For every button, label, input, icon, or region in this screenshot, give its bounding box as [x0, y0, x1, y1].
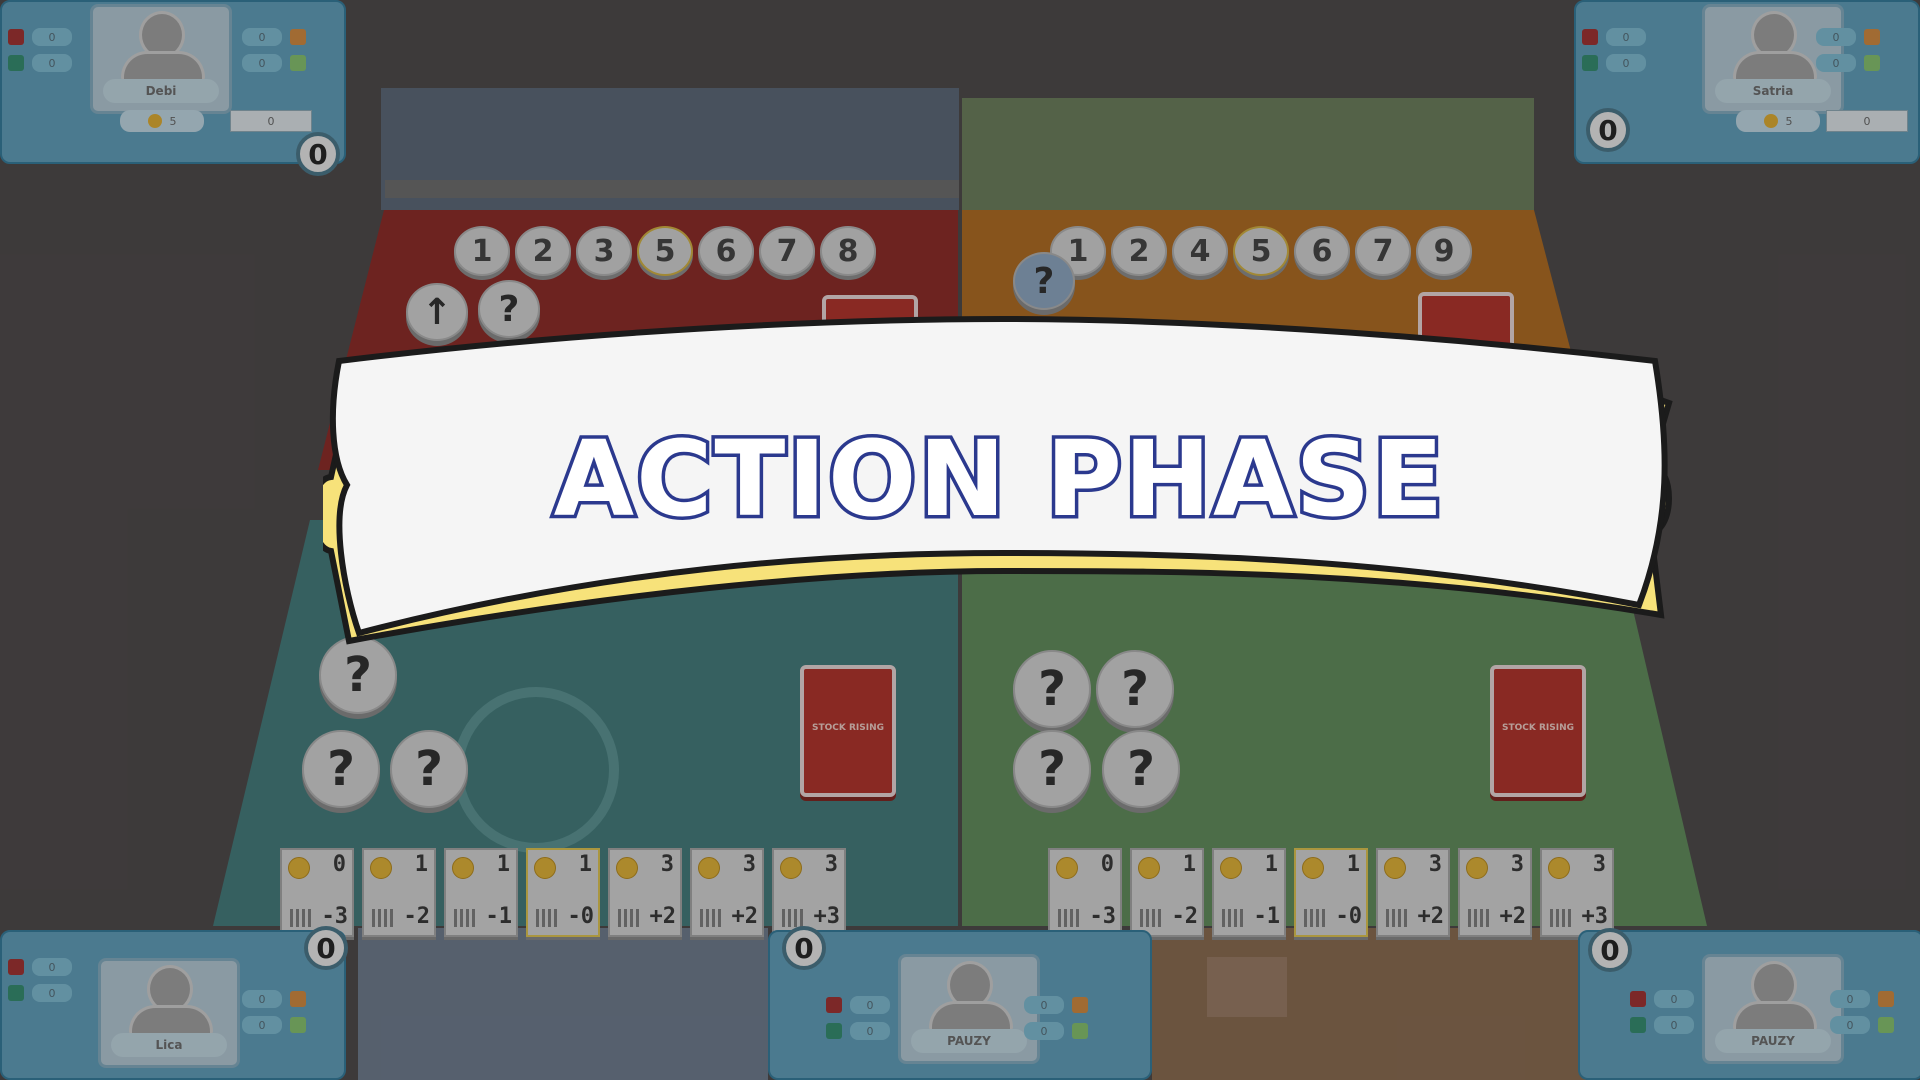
- game-board: 1 2 3 5 6 7 8 ↑ ? 1 2 4 5 6 7 9 ? ? ? ? …: [0, 0, 1920, 1080]
- phase-banner: ACTION PHASE: [323, 315, 1676, 705]
- phase-title: ACTION PHASE: [550, 415, 1447, 544]
